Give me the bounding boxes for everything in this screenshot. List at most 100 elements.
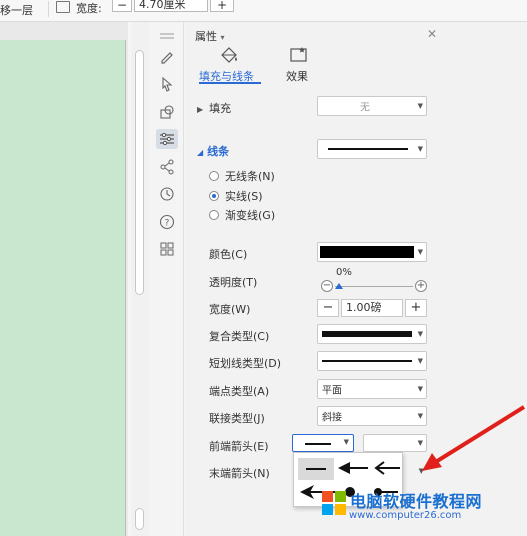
arrow-style-preview <box>305 443 331 445</box>
begin-arrow-size-dropdown[interactable]: ▼ <box>363 434 427 452</box>
dash-type-dropdown[interactable]: ▼ <box>317 351 427 371</box>
transparency-label: 透明度(T) <box>209 276 258 289</box>
radio-label: 渐变线(G) <box>225 209 276 222</box>
tab-effects[interactable]: 效果 <box>286 68 308 84</box>
svg-text:?: ? <box>165 219 170 229</box>
top-toolbar: 移一层 宽度: − 4.70厘米 + <box>0 0 527 22</box>
fill-dropdown-value: 无 <box>360 102 370 114</box>
cap-type-value: 平面 <box>322 385 342 397</box>
arrow-option-filled[interactable] <box>338 460 370 479</box>
fill-bucket-icon[interactable] <box>219 46 239 67</box>
line-width-label: 宽度(W) <box>209 303 251 316</box>
radio-solid-line[interactable]: 实线(S) <box>209 188 263 204</box>
dash-preview <box>322 360 412 362</box>
active-tab-indicator <box>199 82 261 84</box>
fill-dropdown[interactable]: 无 ▼ <box>317 96 427 116</box>
panel-title-text: 属性 <box>195 30 217 43</box>
arrow-option-open[interactable] <box>374 460 402 479</box>
chevron-down-icon: ▼ <box>417 330 423 338</box>
line-width-increase-button[interactable]: + <box>405 299 427 317</box>
collapse-handle-icon[interactable] <box>156 26 178 46</box>
windows-logo-icon <box>322 491 346 515</box>
watermark-title: 电脑软硬件教程网 <box>350 492 483 511</box>
chevron-down-icon: ▼ <box>343 438 349 446</box>
select-cursor-icon[interactable] <box>156 74 178 94</box>
radio-label: 无线条(N) <box>225 170 275 183</box>
plain-line-icon <box>306 468 326 470</box>
close-icon[interactable]: ✕ <box>427 27 437 41</box>
slider-plus-icon[interactable]: + <box>415 280 427 292</box>
annotation-arrow-icon <box>420 405 527 478</box>
chevron-down-icon: ▼ <box>417 102 423 110</box>
slider-thumb[interactable] <box>335 283 343 289</box>
scrollbar-thumb[interactable] <box>135 50 144 295</box>
open-arrow-icon <box>374 461 400 475</box>
radio-button[interactable] <box>209 171 219 181</box>
chevron-down-icon: ▼ <box>417 145 423 153</box>
line-style-preview <box>328 148 408 150</box>
radio-button[interactable] <box>209 210 219 220</box>
scrollbar-lower-handle[interactable] <box>135 508 144 530</box>
width-label: 宽度: <box>76 2 102 15</box>
width-increase-button[interactable]: + <box>210 0 234 12</box>
line-width-stepper[interactable]: − 1.00磅 + <box>317 299 427 317</box>
chevron-down-icon: ▼ <box>417 248 423 256</box>
watermark-url: www.computer26.com <box>349 510 462 521</box>
effect-icon[interactable] <box>289 46 309 67</box>
panel-title[interactable]: 属性 ▾ <box>195 28 225 44</box>
radio-no-line[interactable]: 无线条(N) <box>209 168 275 184</box>
chevron-down-icon: ▼ <box>417 357 423 365</box>
pen-icon[interactable] <box>156 46 178 66</box>
history-icon[interactable] <box>156 184 178 204</box>
radio-gradient-line[interactable]: 渐变线(G) <box>209 207 275 223</box>
chevron-down-icon: ▾ <box>220 33 225 42</box>
transparency-slider[interactable]: − + <box>321 280 427 294</box>
transparency-value: 0% <box>336 267 352 278</box>
color-swatch <box>320 246 414 258</box>
apps-grid-icon[interactable] <box>156 239 178 259</box>
radio-button-selected[interactable] <box>209 191 219 201</box>
cap-type-dropdown[interactable]: 平面 ▼ <box>317 379 427 399</box>
cap-type-label: 端点类型(A) <box>209 385 270 398</box>
width-icon <box>56 1 70 13</box>
begin-arrow-label: 前端箭头(E) <box>209 440 269 453</box>
line-section-header[interactable]: ◢ 线条 <box>197 143 229 159</box>
begin-arrow-style-dropdown[interactable]: ▼ <box>292 434 354 452</box>
fill-section-header[interactable]: ▶ 填充 <box>197 100 231 116</box>
toolbar-divider <box>48 1 49 17</box>
compound-preview <box>322 331 412 337</box>
slider-minus-icon[interactable]: − <box>321 280 333 292</box>
properties-settings-icon[interactable] <box>156 129 178 149</box>
dash-type-label: 短划线类型(D) <box>209 357 282 370</box>
width-decrease-button[interactable]: − <box>112 0 132 12</box>
expand-triangle-icon: ▶ <box>197 105 204 114</box>
compound-type-dropdown[interactable]: ▼ <box>317 324 427 344</box>
join-type-label: 联接类型(J) <box>209 412 265 425</box>
move-layer-button[interactable]: 移一层 <box>0 2 33 18</box>
document-canvas <box>0 22 128 536</box>
line-section-label: 线条 <box>207 145 230 158</box>
chevron-down-icon: ▼ <box>417 385 423 393</box>
line-style-dropdown[interactable]: ▼ <box>317 139 427 159</box>
color-label: 颜色(C) <box>209 248 248 261</box>
line-width-input[interactable]: 1.00磅 <box>341 299 403 317</box>
shapes-icon[interactable] <box>156 102 178 122</box>
compound-type-label: 复合类型(C) <box>209 330 270 343</box>
join-type-dropdown[interactable]: 斜接 ▼ <box>317 406 427 426</box>
arrow-option-none[interactable] <box>298 458 334 480</box>
line-width-decrease-button[interactable]: − <box>317 299 339 317</box>
end-arrow-label: 末端箭头(N) <box>209 467 270 480</box>
color-dropdown[interactable]: ▼ <box>317 242 427 262</box>
share-icon[interactable] <box>156 157 178 177</box>
side-icon-strip: ? <box>151 22 184 536</box>
document-page[interactable] <box>0 40 126 536</box>
fill-section-label: 填充 <box>209 102 232 115</box>
join-type-value: 斜接 <box>322 412 342 424</box>
help-icon[interactable]: ? <box>156 212 178 232</box>
width-input[interactable]: 4.70厘米 <box>134 0 208 12</box>
filled-arrow-icon <box>338 462 368 474</box>
radio-label: 实线(S) <box>225 190 263 203</box>
slider-track[interactable] <box>335 286 413 287</box>
collapse-triangle-icon: ◢ <box>197 148 204 157</box>
vertical-scrollbar[interactable] <box>131 22 149 536</box>
